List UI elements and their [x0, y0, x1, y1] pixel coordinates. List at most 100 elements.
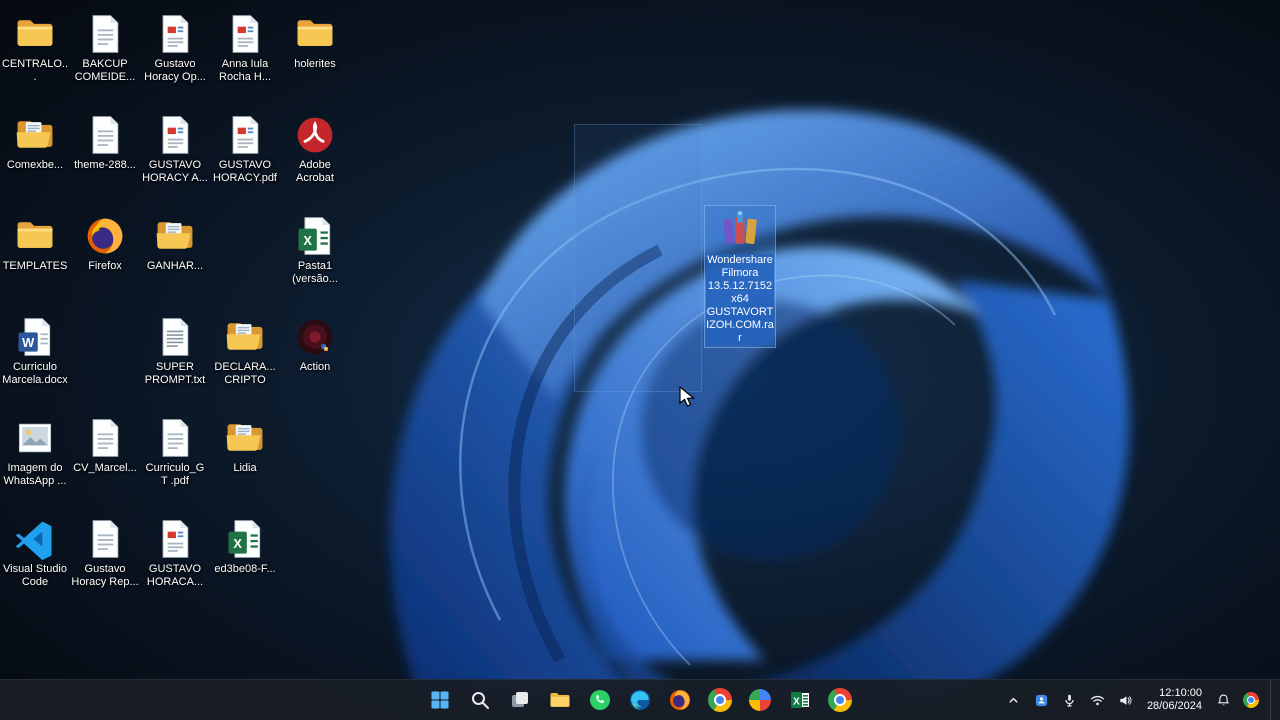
desktop-icon-label: CENTRALO... [1, 58, 69, 84]
desktop-icon-label: Wondershare Filmora 13.5.12.7152 x64 GUS… [706, 254, 774, 345]
desktop-icon-anna-iula-rocha-h[interactable]: Anna Iula Rocha H... [210, 10, 280, 86]
desktop-icon-ed3be08-f[interactable]: Xed3be08-F... [210, 515, 280, 578]
desktop-icon-label: Comexbe... [7, 159, 63, 172]
system-tray: 12:10:00 28/06/2024 [1001, 680, 1276, 720]
doc-red-icon [153, 113, 197, 157]
svg-text:X: X [793, 697, 800, 708]
desktop-icon-label: BAKCUP COMEIDE... [71, 58, 139, 84]
taskbar-photos-button[interactable] [742, 682, 778, 718]
taskbar-start-button[interactable] [422, 682, 458, 718]
doc-icon [83, 416, 127, 460]
desktop-icon-label: Visual Studio Code [1, 563, 69, 589]
desktop-icon-ganhar[interactable]: GANHAR... [140, 212, 210, 275]
excel-icon: X [293, 214, 337, 258]
desktop-icon-label: Lidia [233, 462, 256, 475]
desktop-icon-label: Action [300, 361, 331, 374]
show-desktop-button[interactable] [1270, 680, 1276, 720]
tray-microphone-icon[interactable] [1057, 682, 1083, 718]
desktop-icon-wondershare-filmora-13-5-12-71[interactable]: Wondershare Filmora 13.5.12.7152 x64 GUS… [705, 206, 775, 347]
desktop-icon-lidia[interactable]: Lidia [210, 414, 280, 477]
tray-chrome-icon[interactable] [1238, 682, 1264, 718]
desktop-icon-label: Adobe Acrobat [281, 159, 349, 185]
desktop-icon-label: DECLARA... CRIPTO [211, 361, 279, 387]
mouse-cursor [678, 386, 698, 413]
desktop-icon-centralo[interactable]: CENTRALO... [0, 10, 70, 86]
desktop-icon-label: Curriculo_G T .pdf [141, 462, 209, 488]
desktop-icon-adobe-acrobat[interactable]: Adobe Acrobat [280, 111, 350, 187]
desktop-icon-gustavo-horacy-op[interactable]: Gustavo Horacy Op... [140, 10, 210, 86]
desktop-icon-label: holerites [294, 58, 336, 71]
firefox-icon [83, 214, 127, 258]
desktop-icon-label: GUSTAVO HORACA... [141, 563, 209, 589]
desktop-icon-holerites[interactable]: holerites [280, 10, 350, 73]
desktop-icon-gustavo-horacy-a[interactable]: GUSTAVO HORACY A... [140, 111, 210, 187]
desktop-icon-comexbe[interactable]: Comexbe... [0, 111, 70, 174]
doc-icon [83, 113, 127, 157]
doc-red-icon [153, 517, 197, 561]
desktop-icon-label: Anna Iula Rocha H... [211, 58, 279, 84]
desktop-icon-label: ed3be08-F... [214, 563, 275, 576]
folder-icon [13, 214, 57, 258]
hidden-icons-chevron-button[interactable] [1001, 682, 1027, 718]
taskbar-chrome-2-button[interactable] [822, 682, 858, 718]
desktop-icon-declara-cripto[interactable]: DECLARA... CRIPTO [210, 313, 280, 389]
tray-volume-icon[interactable] [1113, 682, 1139, 718]
desktop-icon-label: GANHAR... [147, 260, 203, 273]
desktop-icon-pasta1-vers-o[interactable]: XPasta1 (versão... [280, 212, 350, 288]
desktop-icon-imagem-do-whatsapp[interactable]: Imagem do WhatsApp ... [0, 414, 70, 490]
desktop-icon-curriculo-marcela-docx[interactable]: W Curriculo Marcela.docx [0, 313, 70, 389]
doc-icon [83, 12, 127, 56]
taskbar-firefox-button[interactable] [662, 682, 698, 718]
taskbar-file-explorer-button[interactable] [542, 682, 578, 718]
image-icon [13, 416, 57, 460]
desktop[interactable]: CENTRALO...BAKCUP COMEIDE...Gustavo Hora… [0, 0, 1280, 720]
desktop-icon-theme-288[interactable]: theme-288... [70, 111, 140, 174]
desktop-icon-cv-marcel[interactable]: CV_Marcel... [70, 414, 140, 477]
taskbar-chrome-button[interactable] [702, 682, 738, 718]
desktop-icon-gustavo-horacy-pdf[interactable]: GUSTAVO HORACY.pdf [210, 111, 280, 187]
tray-time: 12:10:00 [1147, 687, 1202, 700]
folder-open-icon [223, 315, 267, 359]
word-icon: W [13, 315, 57, 359]
notification-bell-button[interactable] [1210, 682, 1236, 718]
folder-open-icon [13, 113, 57, 157]
winrar-icon [718, 208, 762, 252]
desktop-icon-label: Gustavo Horacy Rep... [71, 563, 139, 589]
doc-icon [83, 517, 127, 561]
desktop-icon-firefox[interactable]: Firefox [70, 212, 140, 275]
taskbar-search-button[interactable] [462, 682, 498, 718]
desktop-icon-label: Imagem do WhatsApp ... [1, 462, 69, 488]
svg-text:W: W [22, 335, 35, 350]
desktop-icon-action[interactable]: Action [280, 313, 350, 376]
taskbar: X 12:10:00 28/06/2024 [0, 679, 1280, 720]
desktop-icon-label: Pasta1 (versão... [281, 260, 349, 286]
desktop-icon-templates[interactable]: TEMPLATES [0, 212, 70, 275]
folder-icon [293, 12, 337, 56]
taskbar-task-view-button[interactable] [502, 682, 538, 718]
desktop-icon-label: theme-288... [74, 159, 136, 172]
desktop-icon-curriculo-g-t-pdf[interactable]: Curriculo_G T .pdf [140, 414, 210, 490]
taskbar-excel-button[interactable]: X [782, 682, 818, 718]
doc-icon [153, 416, 197, 460]
action-icon [293, 315, 337, 359]
tray-network-icon[interactable] [1085, 682, 1111, 718]
txt-icon [153, 315, 197, 359]
desktop-icon-visual-studio-code[interactable]: Visual Studio Code [0, 515, 70, 591]
taskbar-center-group: X [422, 682, 858, 718]
taskbar-edge-button[interactable] [622, 682, 658, 718]
desktop-icon-gustavo-horacy-rep[interactable]: Gustavo Horacy Rep... [70, 515, 140, 591]
doc-red-icon [153, 12, 197, 56]
desktop-icon-label: Curriculo Marcela.docx [1, 361, 69, 387]
desktop-icon-label: GUSTAVO HORACY A... [141, 159, 209, 185]
tray-tray-app-icon[interactable] [1029, 682, 1055, 718]
tray-clock[interactable]: 12:10:00 28/06/2024 [1141, 687, 1208, 713]
excel-icon: X [223, 517, 267, 561]
desktop-icon-super-prompt-txt[interactable]: SUPER PROMPT.txt [140, 313, 210, 389]
desktop-icon-label: SUPER PROMPT.txt [141, 361, 209, 387]
tray-date: 28/06/2024 [1147, 700, 1202, 713]
svg-text:X: X [233, 536, 242, 551]
desktop-icon-label: TEMPLATES [3, 260, 68, 273]
desktop-icon-bakcup-comeide[interactable]: BAKCUP COMEIDE... [70, 10, 140, 86]
desktop-icon-gustavo-horaca[interactable]: GUSTAVO HORACA... [140, 515, 210, 591]
taskbar-whatsapp-button[interactable] [582, 682, 618, 718]
